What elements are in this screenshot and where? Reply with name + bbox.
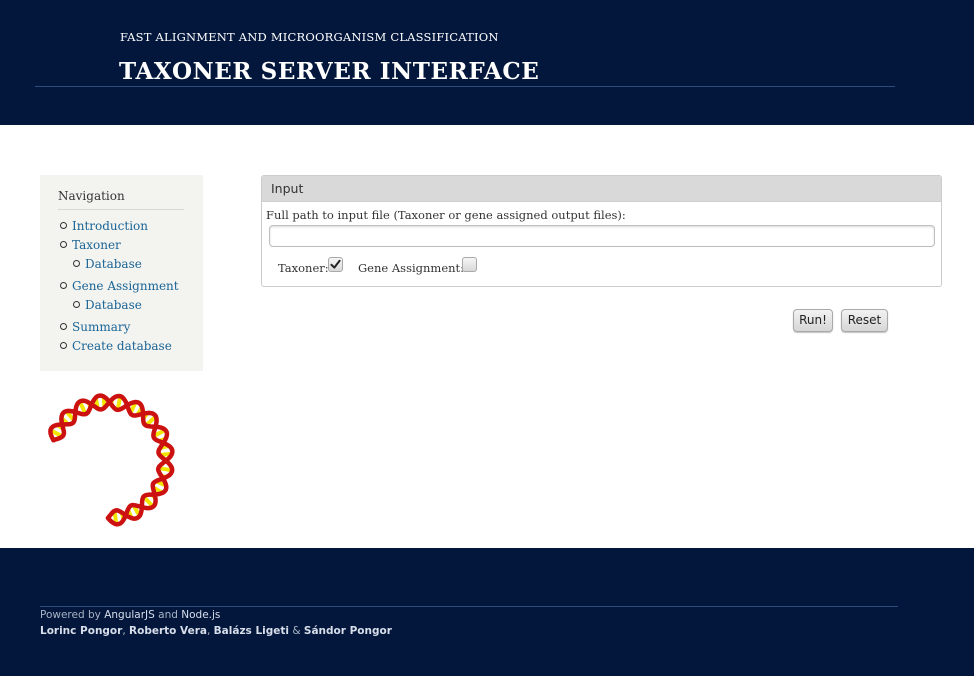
bullet-icon — [60, 222, 67, 229]
site-title: TAXONER SERVER INTERFACE — [119, 58, 540, 85]
taxoner-checkbox[interactable] — [328, 257, 343, 272]
nav-item-gene-database[interactable]: Database — [73, 298, 142, 312]
bullet-icon — [73, 260, 80, 267]
author-separator: & — [292, 625, 301, 637]
nav-item-introduction[interactable]: Introduction — [60, 219, 148, 233]
bullet-icon — [60, 282, 67, 289]
nodejs-link[interactable]: Node.js — [181, 609, 220, 621]
input-path-label: Full path to input file (Taxoner or gene… — [266, 208, 626, 222]
navigation-title: Navigation — [58, 189, 125, 203]
and-text: and — [158, 609, 178, 621]
author-separator: , — [122, 625, 126, 637]
nav-item-create-database[interactable]: Create database — [60, 339, 172, 353]
bullet-icon — [60, 342, 67, 349]
input-panel-heading: Input — [271, 181, 304, 196]
gene-assignment-checkbox-label: Gene Assignment: — [358, 261, 465, 275]
dna-helix-logo — [48, 393, 175, 527]
reset-button[interactable]: Reset — [841, 309, 888, 332]
nav-item-summary[interactable]: Summary — [60, 320, 130, 334]
author-name: Lorinc Pongor — [40, 625, 123, 637]
taxoner-checkbox-label: Taxoner: — [278, 261, 329, 275]
nav-item-label: Create database — [72, 339, 172, 353]
bullet-icon — [60, 323, 67, 330]
header-divider — [35, 86, 895, 87]
footer-divider — [40, 606, 898, 607]
nav-item-gene-assignment[interactable]: Gene Assignment — [60, 279, 179, 293]
input-path-field[interactable] — [269, 225, 935, 247]
nav-item-label: Gene Assignment — [72, 279, 179, 293]
author-name: Sándor Pongor — [303, 625, 392, 637]
input-panel-header: Input — [262, 176, 941, 202]
angularjs-link[interactable]: AngularJS — [104, 609, 155, 621]
site-subtitle: FAST ALIGNMENT AND MICROORGANISM CLASSIF… — [120, 30, 499, 44]
nav-item-label: Database — [85, 257, 142, 271]
author-name: Balázs Ligeti — [213, 625, 290, 637]
nav-item-label: Database — [85, 298, 142, 312]
gene-assignment-checkbox[interactable] — [462, 257, 477, 272]
nav-item-label: Taxoner — [72, 238, 121, 252]
bullet-icon — [73, 301, 80, 308]
bullet-icon — [60, 241, 67, 248]
nav-item-taxoner[interactable]: Taxoner — [60, 238, 121, 252]
input-panel: Input Full path to input file (Taxoner o… — [261, 175, 942, 287]
site-header: FAST ALIGNMENT AND MICROORGANISM CLASSIF… — [0, 0, 974, 125]
footer-powered-by: Powered by AngularJS and Node.js — [40, 609, 220, 621]
nav-item-label: Summary — [72, 320, 131, 334]
run-button[interactable]: Run! — [793, 309, 833, 332]
powered-by-text: Powered by — [40, 609, 101, 621]
navigation-panel: Navigation Introduction Taxoner Database… — [40, 175, 203, 371]
author-separator: , — [206, 625, 211, 637]
nav-item-label: Introduction — [72, 219, 148, 233]
footer-authors: Lorinc Pongor, Roberto Vera, Balázs Lige… — [40, 625, 392, 637]
nav-item-taxoner-database[interactable]: Database — [73, 257, 142, 271]
navigation-divider — [58, 209, 184, 210]
site-footer: Powered by AngularJS and Node.js Lorinc … — [0, 548, 974, 676]
author-name: Roberto Vera — [129, 625, 207, 637]
checkmark-icon — [330, 259, 341, 269]
